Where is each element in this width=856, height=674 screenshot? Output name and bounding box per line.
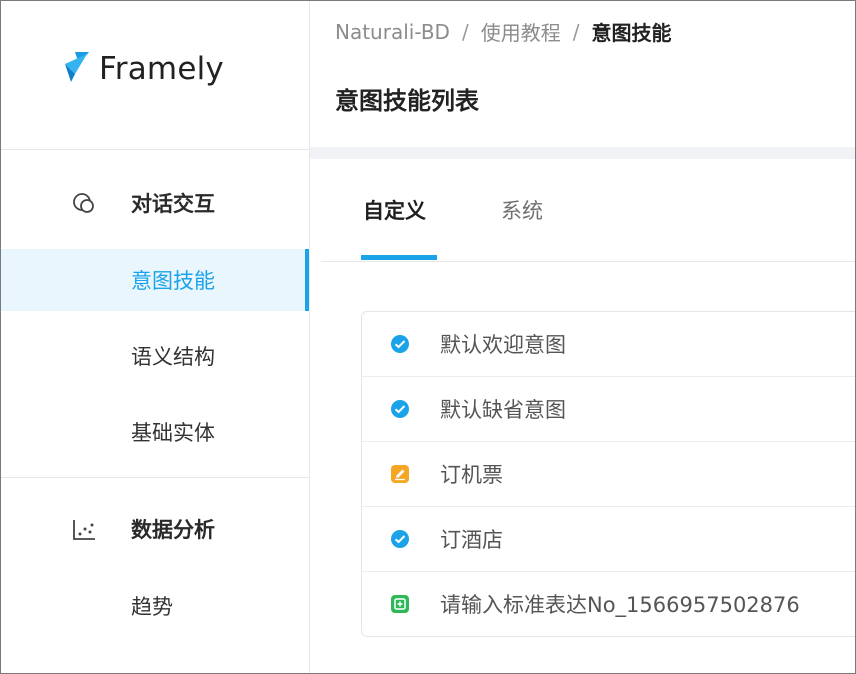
sidebar-item-base-entities[interactable]: 基础实体 [1, 401, 309, 463]
sidebar-item-trends[interactable]: 趋势 [1, 575, 309, 637]
intent-name: 订机票 [440, 463, 503, 487]
content-panel: 自定义 系统 默认欢迎意图 默认缺省意图 订机票 订酒店 请输入标准表达No_1… [321, 159, 855, 673]
page-header: Naturali-BD / 使用教程 / 意图技能 意图技能列表 [310, 1, 855, 149]
list-item[interactable]: 订机票 [362, 442, 855, 507]
scatter-chart-icon [71, 517, 97, 543]
breadcrumb-link-tutorial[interactable]: 使用教程 [481, 17, 561, 46]
breadcrumb-link-project[interactable]: Naturali-BD [335, 20, 450, 44]
breadcrumb-separator: / [572, 19, 580, 44]
edit-icon [390, 464, 410, 484]
check-circle-icon [390, 399, 410, 419]
list-item[interactable]: 默认缺省意图 [362, 377, 855, 442]
sidebar-group-title: 数据分析 [131, 518, 215, 542]
content-background [310, 147, 855, 159]
app-window: Framely 对话交互 意图技能 语义结构 基础实体 数据分析 趋势 Natu… [0, 0, 856, 674]
intent-list: 默认欢迎意图 默认缺省意图 订机票 订酒店 请输入标准表达No_15669575… [361, 311, 855, 637]
tab-bar: 自定义 系统 [321, 159, 855, 262]
chat-icon [71, 191, 97, 217]
brand-name: Framely [99, 51, 224, 87]
sidebar-item-label: 语义结构 [131, 345, 215, 369]
list-item[interactable]: 订酒店 [362, 507, 855, 572]
check-circle-icon [390, 529, 410, 549]
breadcrumb: Naturali-BD / 使用教程 / 意图技能 [335, 17, 671, 46]
tab-custom[interactable]: 自定义 [363, 195, 426, 225]
sidebar-item-label: 趋势 [131, 595, 173, 619]
intent-name: 默认欢迎意图 [440, 333, 566, 357]
sidebar: Framely 对话交互 意图技能 语义结构 基础实体 数据分析 趋势 [1, 1, 310, 673]
sidebar-group-dialog[interactable]: 对话交互 [1, 173, 309, 233]
check-circle-icon [390, 334, 410, 354]
intent-name: 订酒店 [440, 528, 503, 552]
sidebar-group-analytics[interactable]: 数据分析 [1, 499, 309, 559]
framely-logo-icon [61, 50, 91, 88]
breadcrumb-current: 意图技能 [591, 21, 672, 45]
sidebar-item-label: 意图技能 [131, 269, 215, 293]
sidebar-item-semantic-structure[interactable]: 语义结构 [1, 325, 309, 387]
sidebar-group-title: 对话交互 [131, 192, 215, 216]
intent-name: 请输入标准表达No_1566957502876 [440, 593, 800, 617]
list-item[interactable]: 默认欢迎意图 [362, 312, 855, 377]
divider [1, 477, 309, 478]
sidebar-item-intent-skills[interactable]: 意图技能 [1, 249, 309, 311]
breadcrumb-separator: / [461, 19, 469, 44]
divider [1, 149, 309, 150]
intent-name: 默认缺省意图 [440, 398, 566, 422]
active-tab-indicator [361, 255, 437, 260]
page-title: 意图技能列表 [335, 87, 479, 115]
brand-logo[interactable]: Framely [61, 47, 224, 91]
sidebar-item-label: 基础实体 [131, 421, 215, 445]
add-square-icon [390, 594, 410, 614]
tab-system[interactable]: 系统 [501, 195, 543, 225]
list-item[interactable]: 请输入标准表达No_1566957502876 [362, 572, 855, 636]
